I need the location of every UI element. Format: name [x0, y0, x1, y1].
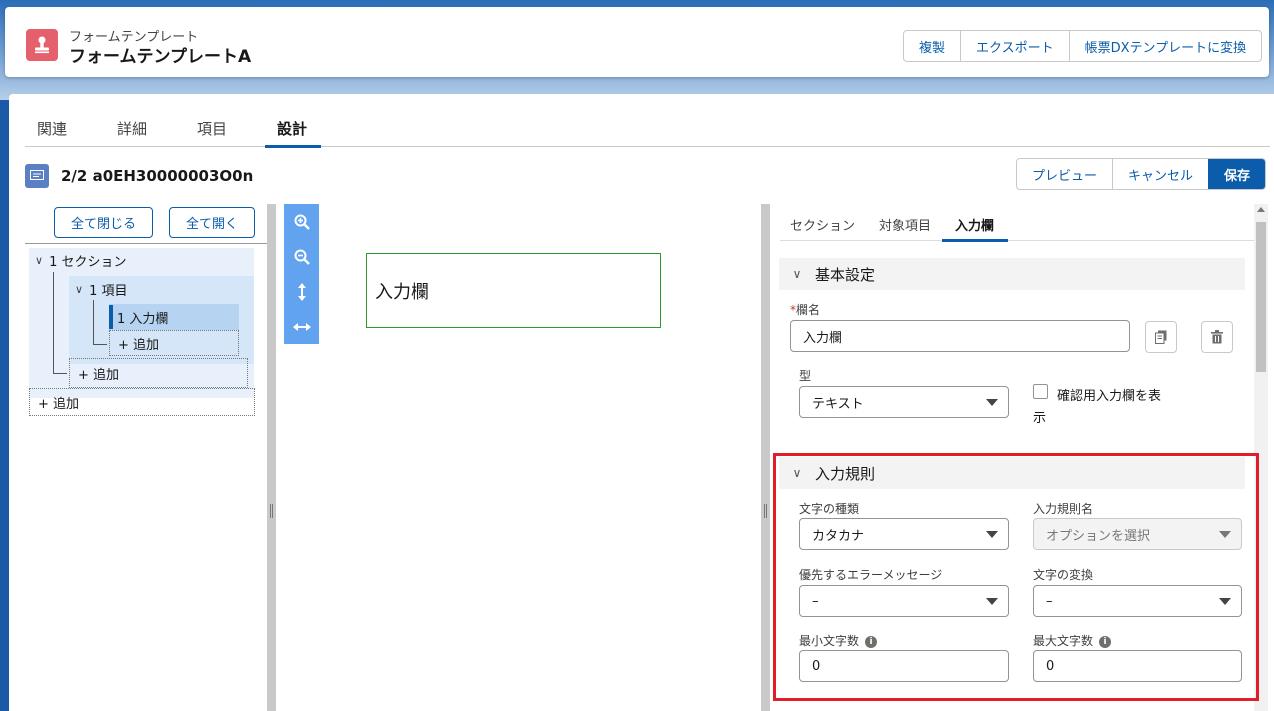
zoom-out-icon[interactable]: [284, 239, 319, 274]
tab-design[interactable]: 設計: [277, 118, 307, 139]
type-select[interactable]: テキスト: [799, 386, 1009, 418]
form-icon: [25, 164, 49, 188]
name-input[interactable]: 入力欄: [790, 320, 1130, 352]
header-actions: 複製 エクスポート 帳票DXテンプレートに変換: [903, 30, 1263, 62]
save-button[interactable]: 保存: [1208, 159, 1266, 189]
copy-icon[interactable]: [1145, 321, 1177, 353]
caret-down-icon: [986, 399, 998, 406]
collapse-all-button[interactable]: 全て閉じる: [54, 207, 153, 238]
record-header: フォームテンプレート フォームテンプレートA 複製 エクスポート 帳票DXテンプ…: [5, 7, 1269, 77]
name-label-text: 欄名: [796, 303, 821, 317]
record-tabs: 関連 詳細 項目 設計: [25, 114, 1270, 148]
expand-all-button[interactable]: 全て開く: [169, 207, 255, 238]
selected-node-marker: [109, 305, 113, 329]
section-title: 基本設定: [815, 265, 876, 284]
zoom-in-icon[interactable]: [284, 204, 319, 239]
type-select-value: テキスト: [812, 396, 864, 412]
canvas-input-field[interactable]: 入力欄: [366, 253, 661, 328]
active-tab-indicator: [942, 239, 1008, 242]
add-item-button[interactable]: + 追加: [69, 358, 248, 388]
tab-input-field[interactable]: 入力欄: [955, 215, 994, 234]
fit-width-icon[interactable]: [284, 309, 319, 344]
preview-button[interactable]: プレビュー: [1017, 159, 1112, 189]
trash-icon[interactable]: [1201, 321, 1233, 353]
tab-target-field[interactable]: 対象項目: [879, 215, 931, 234]
active-tab-indicator: [265, 145, 321, 148]
chevron-down-icon: ∨: [792, 267, 802, 281]
tree-node-input[interactable]: 1 入力欄: [117, 307, 168, 327]
tab-related[interactable]: 関連: [37, 118, 67, 139]
confirm-field-label-wrap: 示: [1033, 411, 1047, 426]
export-button[interactable]: エクスポート: [960, 31, 1069, 61]
add-section-button[interactable]: + 追加: [29, 388, 255, 416]
chevron-down-icon: ∨: [35, 253, 44, 267]
tree-node-item[interactable]: ∨ 1 項目: [75, 279, 127, 299]
convert-button[interactable]: 帳票DXテンプレートに変換: [1068, 31, 1262, 61]
cancel-button[interactable]: キャンセル: [1112, 159, 1208, 189]
tree-line: [93, 300, 94, 345]
confirm-field-checkbox[interactable]: [1033, 384, 1048, 399]
tree-node-label: 1 項目: [89, 283, 128, 299]
designer-actions: プレビュー キャンセル 保存: [1016, 158, 1267, 190]
designer-title: 2/2 a0EH30000003O0n: [61, 167, 254, 185]
fit-height-icon[interactable]: [284, 274, 319, 309]
left-splitter[interactable]: [267, 204, 276, 711]
confirm-field-label: 確認用入力欄を表: [1057, 389, 1162, 404]
basic-settings-header[interactable]: ∨ 基本設定: [779, 258, 1245, 290]
tree-panel: 全て閉じる 全て開く ∨ 1 セクション ∨ 1 項目 1 入力欄 + 追加 + 追…: [25, 204, 267, 711]
name-label: *欄名: [790, 301, 820, 318]
clone-button[interactable]: 複製: [904, 31, 960, 61]
chevron-down-icon: ∨: [75, 282, 84, 296]
tab-section[interactable]: セクション: [790, 215, 855, 234]
record-title: フォームテンプレートA: [69, 47, 252, 67]
tab-fields[interactable]: 項目: [197, 118, 227, 139]
scroll-thumb[interactable]: [1256, 222, 1266, 372]
property-tabs: セクション 対象項目 入力欄: [780, 204, 1254, 242]
right-splitter[interactable]: [761, 204, 770, 711]
tree-line: [53, 373, 67, 374]
stamp-icon: [26, 29, 58, 61]
add-input-button[interactable]: + 追加: [109, 330, 239, 356]
tree-line: [53, 272, 54, 374]
type-label: 型: [799, 369, 812, 383]
tree-node-label: 1 セクション: [49, 254, 127, 270]
tree-line: [93, 344, 107, 345]
tree-node-section[interactable]: ∨ 1 セクション: [35, 250, 126, 270]
canvas-toolbar: [284, 204, 319, 344]
structure-tree: ∨ 1 セクション ∨ 1 項目 1 入力欄 + 追加 + 追加 + 追加: [25, 243, 267, 416]
tab-details[interactable]: 詳細: [117, 118, 147, 139]
highlight-annotation: [773, 453, 1259, 701]
scroll-up-icon[interactable]: [1257, 207, 1265, 212]
tree-node-label: 1 入力欄: [117, 311, 169, 327]
